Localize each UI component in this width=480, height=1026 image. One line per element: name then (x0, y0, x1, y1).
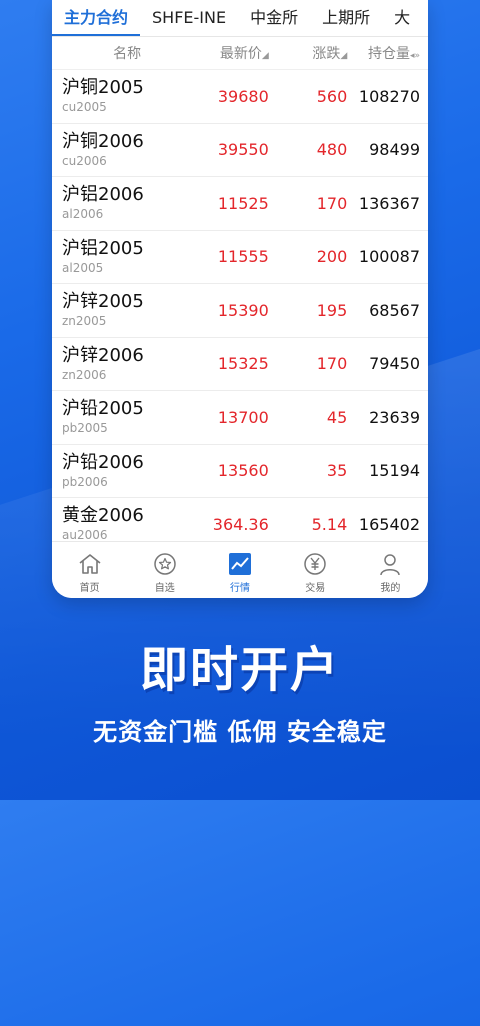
contract-name: 沪铜2006 (62, 130, 144, 152)
open-interest: 100087 (358, 247, 420, 267)
price-change: 195 (316, 300, 348, 320)
contract-name: 沪铅2006 (62, 451, 144, 473)
table-row[interactable]: 沪铝2005 al2005 11555 200 100087 (52, 231, 428, 284)
contract-code: pb2005 (62, 421, 108, 436)
table-row[interactable]: 沪铅2006 pb2006 13560 35 15194 (52, 445, 428, 498)
price-change: 560 (316, 86, 348, 106)
bottom-nav: 首页 自选 行情 交易 我的 (52, 541, 428, 598)
header-change[interactable]: 涨跌◢ (269, 43, 347, 63)
header-name[interactable]: 名称 (52, 43, 192, 63)
price-change: 200 (316, 247, 348, 267)
contract-name: 沪铅2005 (62, 398, 144, 420)
nav-profile-label: 我的 (380, 582, 401, 594)
last-price: 13560 (217, 461, 269, 481)
contract-code: zn2005 (62, 314, 107, 329)
quote-list: 沪铜2005 cu2005 39680 560 108270 沪铜2006 cu20… (52, 70, 428, 552)
open-interest: 68567 (369, 300, 420, 320)
tab-dce[interactable]: 大 (382, 8, 410, 36)
open-interest: 98499 (369, 140, 420, 160)
nav-watchlist[interactable]: 自选 (127, 542, 202, 598)
price-change: 480 (316, 140, 348, 160)
last-price: 11555 (217, 247, 269, 267)
exchange-tabs: 主力合约 SHFE-INE 中金所 上期所 大 (52, 0, 428, 37)
contract-name: 黄金2006 (62, 505, 144, 527)
user-icon (380, 553, 401, 575)
last-price: 364.36 (212, 514, 269, 534)
price-change: 170 (316, 193, 348, 213)
promo-subheadline: 无资金门槛 低佣 安全稳定 (93, 718, 387, 746)
nav-trade[interactable]: 交易 (278, 542, 353, 598)
price-change: 45 (326, 407, 348, 427)
sort-icon: ◢ (340, 51, 348, 61)
tab-cffex[interactable]: 中金所 (238, 8, 310, 36)
table-row[interactable]: 沪锌2006 zn2006 15325 170 79450 (52, 338, 428, 391)
star-icon (154, 552, 176, 575)
header-open-interest[interactable]: 持仓量◂» (347, 43, 428, 63)
header-price-label: 最新价 (219, 46, 262, 62)
open-interest: 15194 (369, 461, 420, 481)
table-row[interactable]: 沪铝2006 al2006 11525 170 136367 (52, 177, 428, 231)
table-row[interactable]: 沪锌2005 zn2005 15390 195 68567 (52, 284, 428, 338)
contract-code: pb2006 (62, 474, 108, 489)
price-change: 170 (316, 354, 348, 374)
swap-icon: ◂» (409, 51, 420, 61)
table-row[interactable]: 沪铅2005 pb2005 13700 45 23639 (52, 391, 428, 445)
tab-main-contracts[interactable]: 主力合约 (52, 8, 141, 36)
header-change-label: 涨跌 (312, 46, 341, 62)
table-row[interactable]: 沪铜2005 cu2005 39680 560 108270 (52, 70, 428, 124)
nav-trade-label: 交易 (305, 582, 326, 594)
contract-name: 沪锌2006 (62, 344, 144, 366)
last-price: 13700 (217, 407, 269, 427)
contract-code: cu2006 (62, 153, 107, 168)
contract-name: 沪铝2006 (62, 184, 144, 206)
sort-icon: ◢ (261, 51, 269, 61)
phone-screen: 主力合约 SHFE-INE 中金所 上期所 大 名称 最新价◢ 涨跌◢ 持仓量◂… (52, 0, 428, 598)
table-header: 名称 最新价◢ 涨跌◢ 持仓量◂» (52, 37, 428, 70)
nav-market[interactable]: 行情 (202, 542, 277, 598)
table-row[interactable]: 沪铜2006 cu2006 39550 480 98499 (52, 124, 428, 177)
contract-code: zn2006 (62, 367, 107, 382)
open-interest: 165402 (358, 514, 420, 534)
home-icon (79, 553, 101, 574)
contract-code: al2005 (62, 260, 104, 275)
last-price: 15325 (217, 354, 269, 374)
last-price: 39550 (217, 140, 269, 160)
tab-shfe[interactable]: 上期所 (310, 8, 382, 36)
last-price: 15390 (217, 300, 269, 320)
tab-shfe-ine[interactable]: SHFE-INE (140, 8, 238, 36)
contract-name: 沪铝2005 (62, 237, 144, 259)
open-interest: 108270 (358, 86, 420, 106)
price-change: 5.14 (311, 514, 348, 534)
header-price[interactable]: 最新价◢ (192, 43, 269, 63)
price-change: 35 (326, 461, 348, 481)
last-price: 11525 (217, 193, 269, 213)
contract-name: 沪铜2005 (62, 77, 144, 99)
contract-code: al2006 (62, 207, 104, 222)
nav-watchlist-label: 自选 (154, 582, 175, 594)
contract-code: cu2005 (62, 100, 107, 115)
open-interest: 23639 (369, 407, 420, 427)
open-interest: 136367 (358, 193, 420, 213)
header-oi-label: 持仓量 (367, 46, 410, 62)
promo-headline: 即时开户 (139, 642, 340, 698)
last-price: 39680 (217, 86, 269, 106)
yen-icon (304, 552, 326, 575)
nav-home[interactable]: 首页 (52, 542, 127, 598)
nav-profile[interactable]: 我的 (353, 542, 428, 598)
open-interest: 79450 (369, 354, 420, 374)
chart-icon (229, 552, 251, 575)
nav-market-label: 行情 (230, 582, 250, 594)
nav-home-label: 首页 (79, 582, 100, 594)
contract-name: 沪锌2005 (62, 291, 144, 313)
